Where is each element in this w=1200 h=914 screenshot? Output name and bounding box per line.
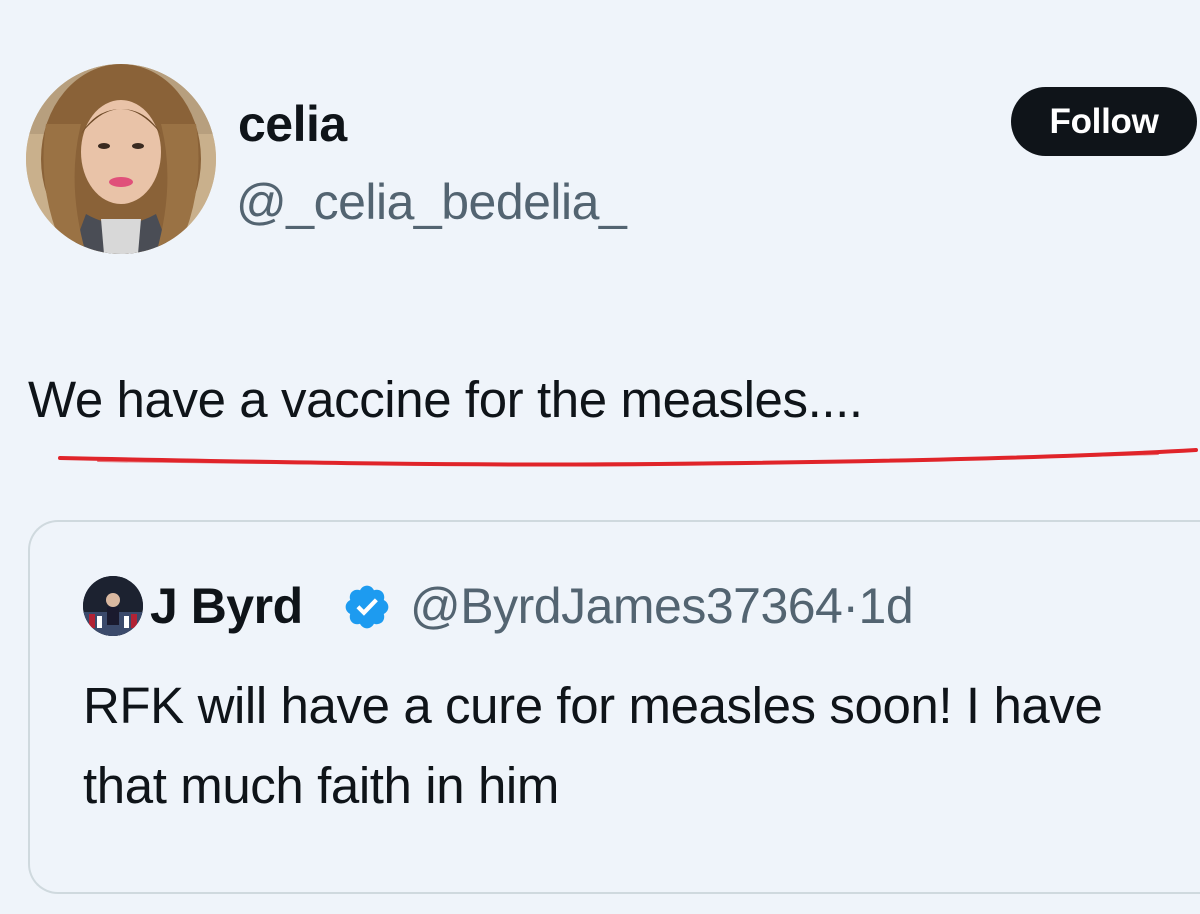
quoted-tweet-text: RFK will have a cure for measles soon! I… bbox=[83, 677, 1103, 814]
quoted-avatar-photo-icon bbox=[83, 576, 143, 636]
quoted-author-display-name[interactable]: J Byrd bbox=[150, 576, 303, 636]
author-display-name[interactable]: celia bbox=[238, 94, 347, 154]
red-underline-annotation bbox=[58, 448, 1198, 467]
avatar-photo-icon bbox=[26, 64, 216, 254]
author-handle[interactable]: @_celia_bedelia_ bbox=[236, 172, 627, 232]
quoted-author-handle-and-time[interactable]: @ByrdJames37364·1d bbox=[410, 576, 914, 636]
tweet-text: We have a vaccine for the measles.... bbox=[28, 371, 863, 428]
follow-button[interactable]: Follow bbox=[1011, 87, 1197, 156]
author-avatar[interactable] bbox=[26, 64, 216, 254]
verified-badge-icon bbox=[345, 585, 389, 629]
quoted-author-avatar[interactable] bbox=[83, 576, 143, 636]
